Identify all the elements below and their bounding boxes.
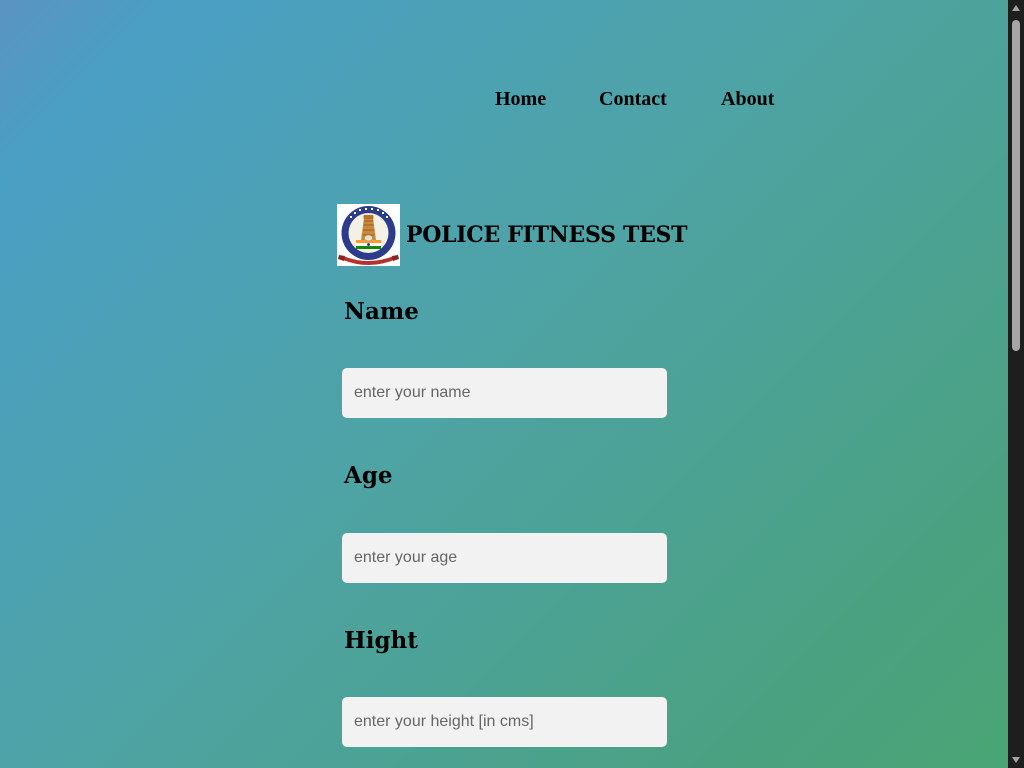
scroll-down-button[interactable] <box>1008 752 1024 768</box>
top-nav: Home Contact About <box>0 88 1008 114</box>
page-title: POLICE FITNESS TEST <box>406 222 688 248</box>
vertical-scrollbar[interactable] <box>1008 0 1024 768</box>
age-label: Age <box>344 462 393 489</box>
scrollbar-thumb[interactable] <box>1012 20 1020 351</box>
nav-about-link[interactable]: About <box>721 88 774 111</box>
height-input[interactable] <box>342 697 667 747</box>
scroll-up-button[interactable] <box>1008 0 1024 16</box>
height-label: Hight <box>344 627 418 654</box>
police-emblem-icon <box>337 204 400 266</box>
nav-home-link[interactable]: Home <box>495 88 546 111</box>
triangle-down-icon <box>1012 757 1020 763</box>
nav-contact-link[interactable]: Contact <box>599 88 667 111</box>
name-input[interactable] <box>342 368 667 418</box>
triangle-up-icon <box>1012 5 1020 11</box>
name-label: Name <box>344 298 419 325</box>
police-logo <box>337 204 400 266</box>
age-input[interactable] <box>342 533 667 583</box>
